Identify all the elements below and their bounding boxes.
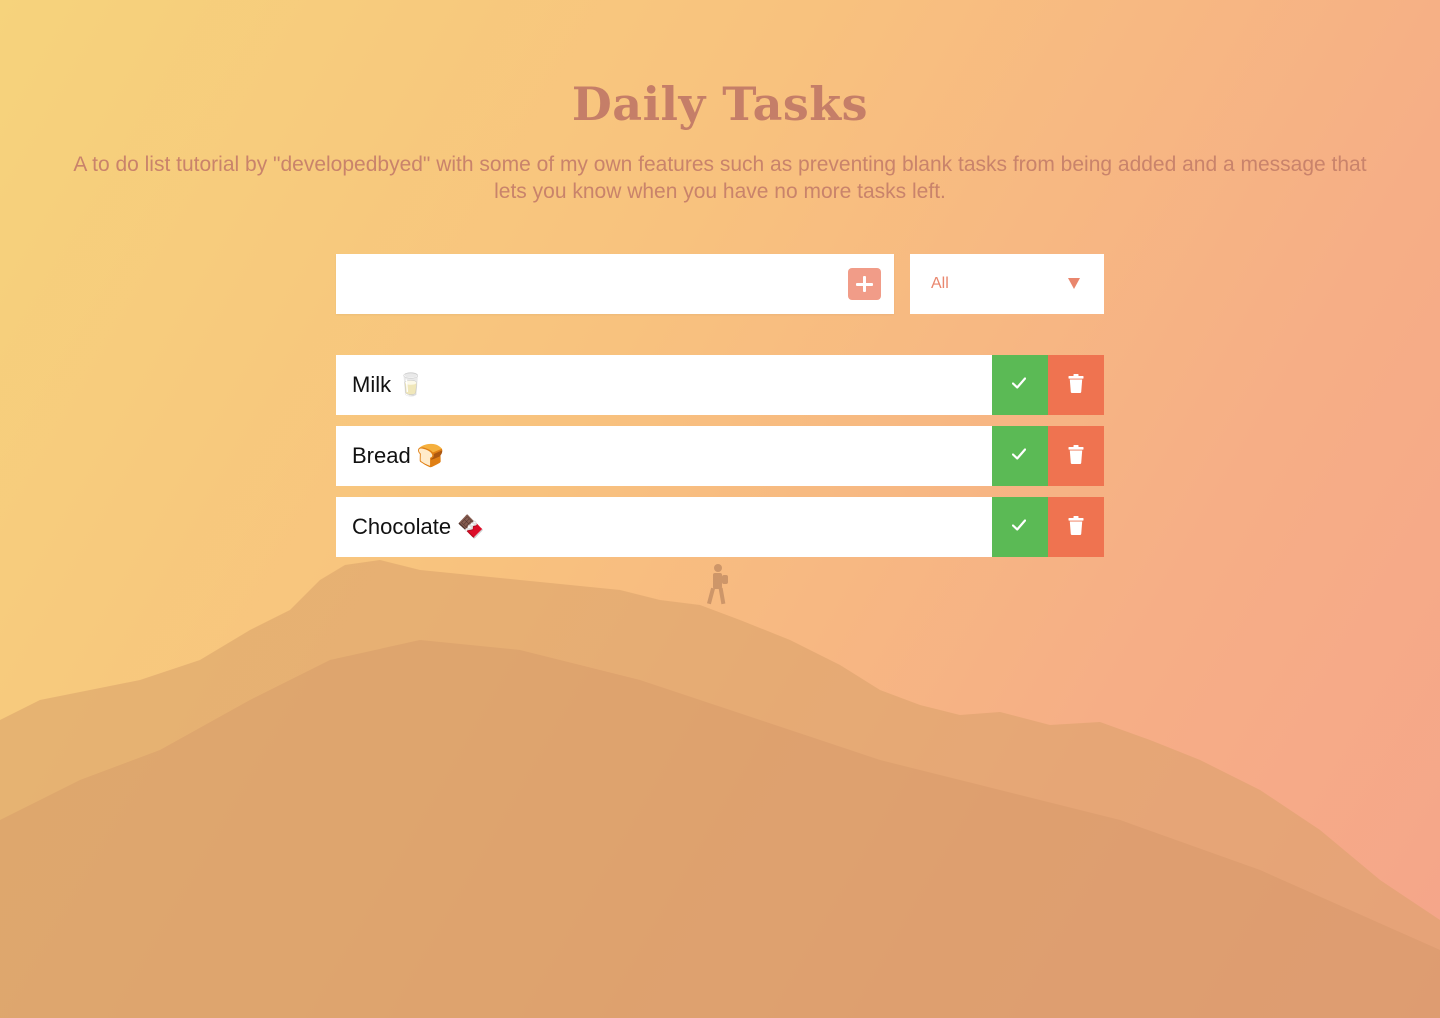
delete-button[interactable]	[1048, 355, 1104, 415]
todo-item: Milk 🥛	[336, 355, 1104, 415]
page-subtitle: A to do list tutorial by "developedbyed"…	[73, 153, 1367, 203]
trash-icon	[1068, 516, 1084, 535]
task-input[interactable]	[336, 254, 836, 314]
plus-icon	[856, 276, 873, 292]
complete-button[interactable]	[992, 497, 1048, 557]
todo-item: Chocolate 🍫	[336, 497, 1104, 557]
todo-text: Chocolate 🍫	[352, 514, 485, 539]
filter-selected-value: All	[931, 275, 949, 292]
trash-icon	[1068, 445, 1084, 464]
delete-button[interactable]	[1048, 426, 1104, 486]
delete-button[interactable]	[1048, 497, 1104, 557]
task-form: All	[336, 254, 1104, 314]
todo-list: Milk 🥛 Bread 🍞 Chocolate 🍫	[336, 355, 1104, 568]
todo-item: Bread 🍞	[336, 426, 1104, 486]
add-task-button[interactable]	[848, 268, 881, 300]
todo-text: Bread 🍞	[352, 443, 445, 468]
trash-icon	[1068, 374, 1084, 393]
check-icon	[1012, 448, 1026, 460]
filter-select[interactable]: All	[910, 254, 1104, 314]
task-input-container	[336, 254, 894, 314]
check-icon	[1012, 519, 1026, 531]
chevron-down-icon	[1068, 278, 1080, 289]
page-title: Daily Tasks	[571, 77, 869, 131]
check-icon	[1012, 377, 1026, 389]
complete-button[interactable]	[992, 355, 1048, 415]
page: Daily Tasks A to do list tutorial by "de…	[0, 0, 1440, 1018]
complete-button[interactable]	[992, 426, 1048, 486]
todo-text: Milk 🥛	[352, 372, 425, 397]
